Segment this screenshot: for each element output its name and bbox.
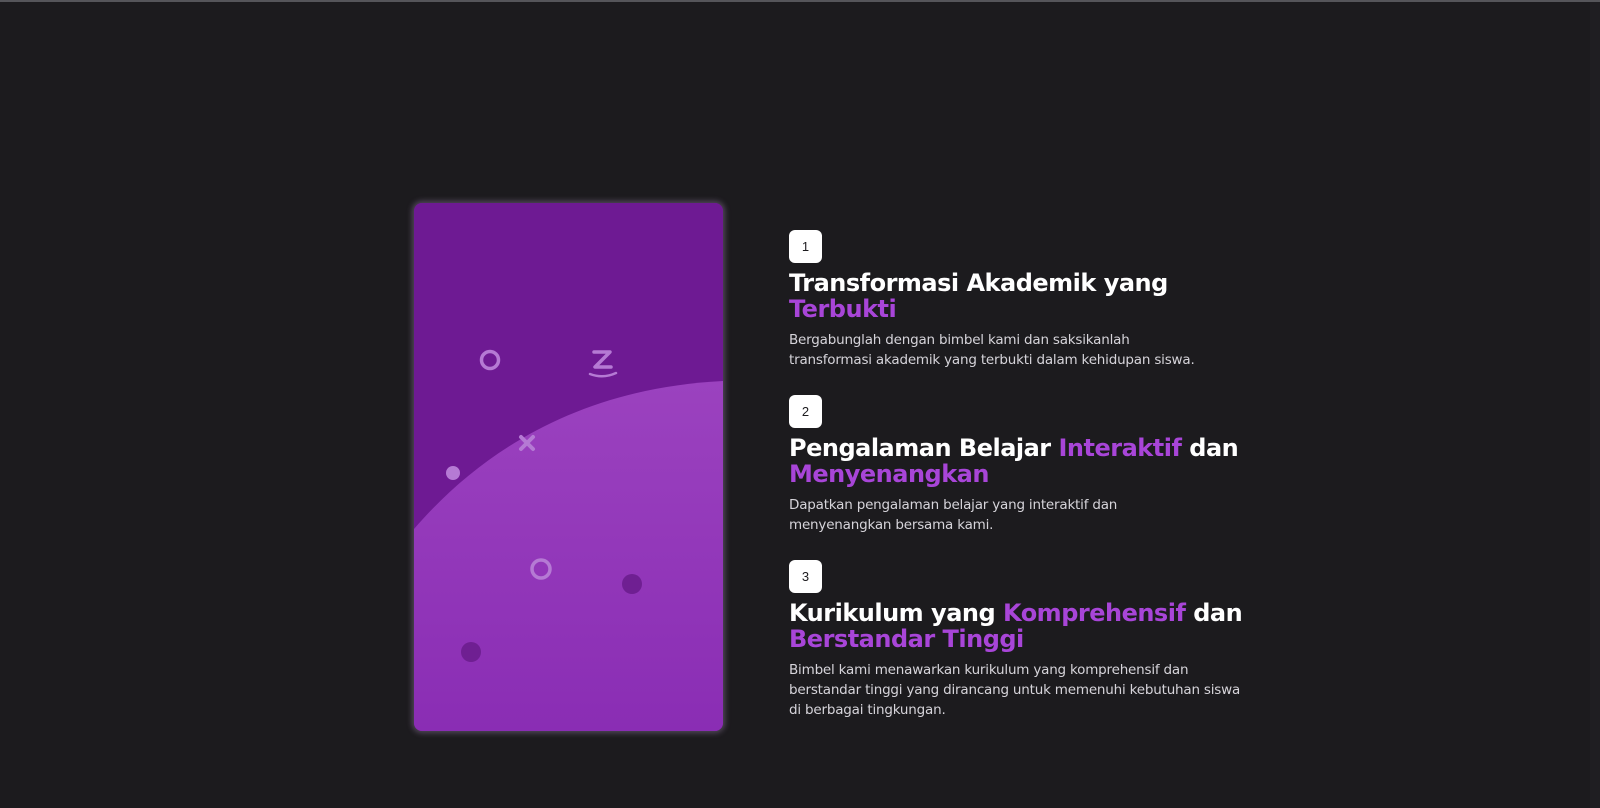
feature-title-text: dan [1185,599,1243,627]
feature-item-1: 1 Transformasi Akademik yang Terbukti Be… [789,230,1249,370]
feature-description: Bimbel kami menawarkan kurikulum yang ko… [789,662,1241,718]
feature-title: Pengalaman Belajar Interaktif dan Menyen… [789,435,1249,487]
feature-title: Kurikulum yang Komprehensif dan Berstand… [789,600,1249,652]
feature-title: Transformasi Akademik yang Terbukti [789,270,1249,322]
feature-title-accent: Terbukti [789,295,897,323]
illustration-card [414,203,723,731]
feature-title-text: Pengalaman Belajar [789,434,1059,462]
feature-title-accent: Berstandar Tinggi [789,625,1024,653]
feature-description: Bergabunglah dengan bimbel kami dan saks… [789,332,1195,368]
page-scrollbar[interactable] [1590,2,1600,808]
feature-title-accent: Menyenangkan [789,460,989,488]
illustration-graphic [414,203,723,731]
feature-item-3: 3 Kurikulum yang Komprehensif dan Bersta… [789,560,1249,720]
dot-icon [446,466,460,480]
window-top-border [0,0,1600,2]
feature-title-text: Kurikulum yang [789,599,1004,627]
dot-icon [461,642,481,662]
feature-title-accent: Komprehensif [1003,599,1186,627]
feature-number-badge: 1 [789,230,822,263]
feature-title-text: dan [1181,434,1239,462]
feature-description: Dapatkan pengalaman belajar yang interak… [789,497,1118,533]
feature-title-accent: Interaktif [1058,434,1182,462]
feature-number-badge: 3 [789,560,822,593]
dot-icon [622,574,642,594]
feature-number-badge: 2 [789,395,822,428]
feature-title-text: Transformasi Akademik yang [789,269,1168,297]
feature-item-2: 2 Pengalaman Belajar Interaktif dan Meny… [789,395,1249,535]
